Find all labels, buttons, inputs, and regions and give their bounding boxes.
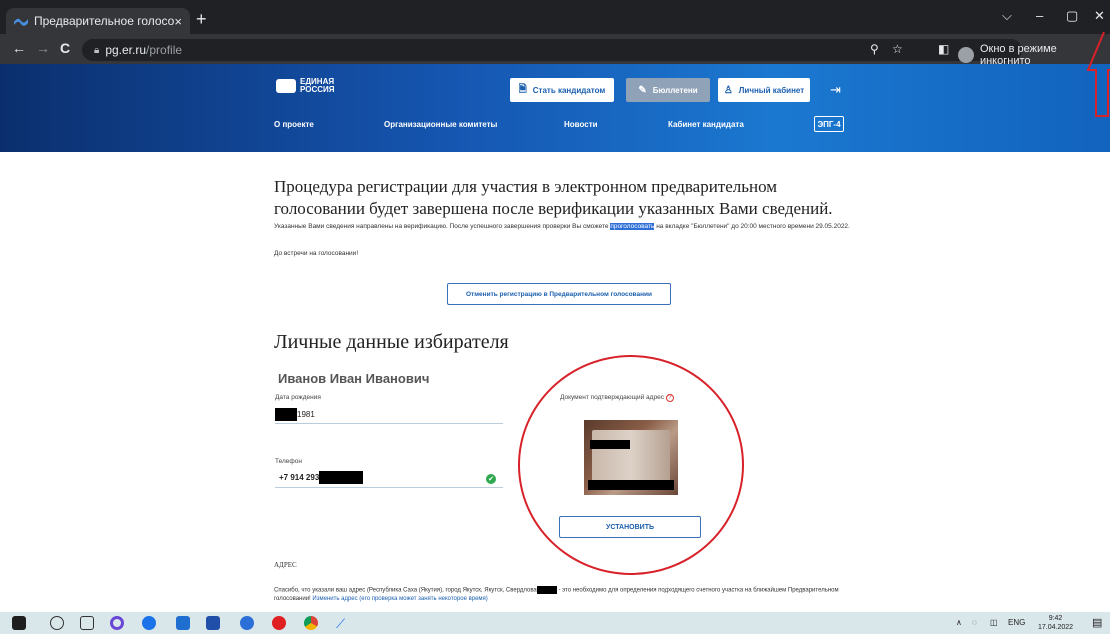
para-text-before: Указанные Вами сведения направлены на ве… <box>274 223 611 230</box>
dob-field[interactable]: 1981 <box>275 408 315 421</box>
personal-cabinet-button[interactable]: ♙ Личный кабинет <box>718 78 810 102</box>
url-input[interactable]: 🔒︎ pg.er.ru /profile <box>82 39 1022 61</box>
tab-close-icon[interactable]: × <box>174 14 182 29</box>
store-icon[interactable] <box>176 616 190 630</box>
incognito-icon <box>958 47 974 63</box>
edge-icon[interactable] <box>240 616 254 630</box>
windows-taskbar: ⟋ ∧ ◌ ◫ ENG 9:42 17.04.2022 ▤ <box>0 612 1110 634</box>
windows-start-icon[interactable] <box>12 616 26 630</box>
verification-paragraph: Указанные Вами сведения направлены на ве… <box>274 222 854 231</box>
clock-time: 9:42 <box>1048 615 1063 622</box>
tab-title: Предварительное голосование <box>34 14 175 28</box>
dob-underline <box>275 423 503 424</box>
minimize-button[interactable]: – <box>1036 8 1043 23</box>
address-text-before: Спасибо, что указали ваш адрес (Республи… <box>274 587 537 594</box>
cancel-registration-button[interactable]: Отменить регистрацию в Предварительном г… <box>447 283 671 305</box>
clock[interactable]: 9:42 17.04.2022 <box>1038 614 1073 632</box>
url-path: /profile <box>146 43 183 57</box>
phone-field[interactable]: +7 914 293 <box>279 471 364 484</box>
phone-value: +7 914 293 <box>279 473 320 482</box>
lock-icon: 🔒︎ <box>94 44 100 56</box>
yandex-icon[interactable] <box>272 616 286 630</box>
redaction-box <box>275 408 297 421</box>
redaction-box <box>536 586 557 594</box>
logo-line2: РОССИЯ <box>300 85 335 94</box>
reload-icon[interactable]: C <box>60 40 70 56</box>
ballots-button[interactable]: ✎ Бюллетени <box>626 78 710 102</box>
bear-logo-icon <box>276 79 296 93</box>
browser-tab[interactable]: Предварительное голосование × <box>6 8 190 34</box>
address-text: Спасибо, что указали ваш адрес (Республи… <box>274 586 854 603</box>
app-icon[interactable]: ⟋ <box>336 616 350 631</box>
epg-badge[interactable]: ЭПГ-4 <box>814 116 844 132</box>
red-arrow-annotation <box>1086 31 1110 117</box>
clock-date: 17.04.2022 <box>1038 624 1074 631</box>
nav-news[interactable]: Новости <box>564 120 598 129</box>
screen: Предварительное голосование × + ⌵ – ▢ ✕ … <box>0 0 1110 634</box>
chrome-icon[interactable] <box>304 616 318 630</box>
verified-check-icon: ✔ <box>486 474 496 484</box>
close-window-button[interactable]: ✕ <box>1094 8 1105 24</box>
new-tab-button[interactable]: + <box>196 9 207 30</box>
search-icon[interactable] <box>50 616 64 630</box>
back-icon[interactable]: ← <box>12 40 26 56</box>
task-view-icon[interactable] <box>80 616 94 630</box>
er-logo[interactable]: ЕДИНАЯ РОССИЯ <box>276 78 335 94</box>
redaction-box <box>319 471 364 484</box>
bookmark-star-icon[interactable]: ☆ <box>892 42 903 56</box>
phone-underline <box>275 487 503 488</box>
er-favicon-icon <box>14 18 28 26</box>
notifications-icon[interactable]: ▤ <box>1092 616 1102 629</box>
tray-chevron-icon[interactable]: ∧ <box>956 618 962 627</box>
become-candidate-button[interactable]: 🗎 Стать кандидатом <box>510 78 614 102</box>
browser-address-bar: ← → C 🔒︎ pg.er.ru /profile ⚲ ☆ ◧ Окно в … <box>0 34 1110 67</box>
side-panel-icon[interactable]: ◧ <box>938 42 949 56</box>
forward-icon[interactable]: → <box>36 40 50 56</box>
app-icon[interactable] <box>142 616 156 630</box>
cortana-icon[interactable] <box>110 616 124 630</box>
document-icon: 🗎 <box>518 83 527 95</box>
dob-label: Дата рождения <box>275 394 321 401</box>
url-domain: pg.er.ru <box>105 43 147 57</box>
para-text-after: на вкладке "Бюллетени" до 20:00 местного… <box>654 223 850 230</box>
personal-cabinet-label: Личный кабинет <box>738 85 805 95</box>
change-address-link[interactable]: Изменить адрес (его проверка может занят… <box>312 596 487 602</box>
ballots-label: Бюллетени <box>652 85 698 95</box>
farewell-text: До встречи на голосовании! <box>274 250 359 257</box>
nav-committees[interactable]: Организационные комитеты <box>384 120 497 129</box>
dob-value: 1981 <box>297 410 315 419</box>
address-title: АДРЕС <box>274 561 297 569</box>
tab-search-dropdown-icon[interactable]: ⌵ <box>1002 8 1012 24</box>
nav-candidate-cabinet[interactable]: Кабинет кандидата <box>668 120 744 129</box>
page-heading: Процедура регистрации для участия в элек… <box>274 177 833 218</box>
zoom-icon[interactable]: ⚲ <box>870 42 879 56</box>
phone-label: Телефон <box>275 458 302 465</box>
nav-about[interactable]: О проекте <box>274 120 314 129</box>
ballot-pen-icon: ✎ <box>638 84 647 96</box>
logout-icon[interactable]: ⇥ <box>830 82 841 98</box>
speaker-icon[interactable]: ◫ <box>990 618 998 627</box>
voter-name: Иванов Иван Иванович <box>278 371 430 386</box>
become-candidate-label: Стать кандидатом <box>532 85 606 95</box>
browser-tab-bar: Предварительное голосование × + ⌵ – ▢ ✕ <box>0 0 1110 34</box>
maximize-button[interactable]: ▢ <box>1066 8 1078 24</box>
red-circle-annotation <box>518 355 744 575</box>
para-highlight: проголосовать <box>610 223 655 230</box>
user-icon: ♙ <box>723 84 733 96</box>
network-icon[interactable]: ◌ <box>972 618 977 627</box>
language-indicator[interactable]: ENG <box>1008 618 1025 627</box>
section-title: Личные данные избирателя <box>274 331 509 353</box>
app-icon[interactable] <box>206 616 220 630</box>
